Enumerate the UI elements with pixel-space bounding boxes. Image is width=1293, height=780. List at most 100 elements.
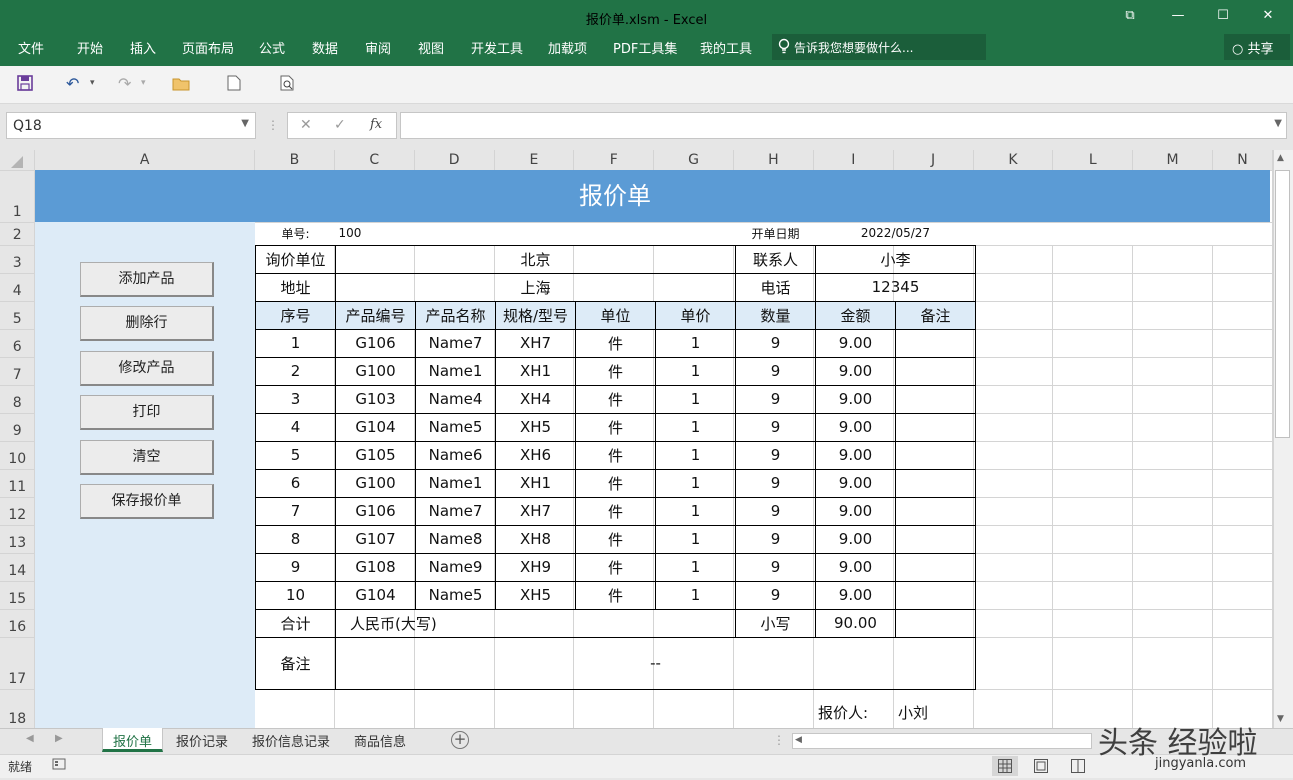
row-header[interactable]: 11	[0, 469, 36, 498]
cell[interactable]: Name6	[415, 440, 496, 470]
row-header[interactable]: 7	[0, 357, 36, 386]
save-icon[interactable]	[17, 75, 33, 95]
cell[interactable]: 8	[255, 524, 336, 554]
cell[interactable]: G106	[335, 328, 416, 358]
cell[interactable]: Name7	[415, 328, 496, 358]
cell[interactable]	[895, 412, 976, 442]
column-header[interactable]: H	[733, 150, 814, 171]
cell[interactable]	[895, 580, 976, 610]
sheet-tab-product-info[interactable]: 商品信息	[344, 728, 416, 752]
total-words-cell[interactable]: 人民币(大写)	[335, 608, 736, 638]
row-header[interactable]: 18	[0, 689, 36, 728]
page-layout-view-icon[interactable]	[1034, 759, 1048, 777]
normal-view-icon[interactable]	[992, 756, 1018, 776]
cell[interactable]: 件	[575, 524, 656, 554]
cell[interactable]	[895, 496, 976, 526]
ribbon-display-options-icon[interactable]: ⧉	[1115, 5, 1145, 27]
cell[interactable]: 6	[255, 468, 336, 498]
cell[interactable]: 1	[655, 468, 736, 498]
add-sheet-icon[interactable]: +	[451, 731, 469, 749]
cell[interactable]: 2	[255, 356, 336, 386]
cell[interactable]: 9	[735, 412, 816, 442]
cell[interactable]: 9.00	[815, 356, 896, 386]
row-header[interactable]: 1	[0, 170, 36, 223]
open-folder-icon[interactable]	[172, 76, 190, 95]
cell[interactable]: 1	[655, 580, 736, 610]
maximize-button[interactable]: ☐	[1208, 5, 1238, 27]
cell[interactable]: 3	[255, 384, 336, 414]
delete-row-button[interactable]: 删除行	[80, 306, 214, 341]
formula-input[interactable]: ▼	[400, 112, 1287, 139]
cell[interactable]: 件	[575, 384, 656, 414]
date-cell[interactable]: 2022/05/27	[815, 222, 976, 246]
tell-me-search[interactable]: 告诉我您想要做什么...	[772, 34, 986, 60]
cell[interactable]: 件	[575, 328, 656, 358]
print-preview-icon[interactable]	[280, 75, 296, 95]
small-total-cell[interactable]: 90.00	[815, 608, 896, 638]
cell[interactable]: Name8	[415, 524, 496, 554]
row-header[interactable]: 13	[0, 525, 36, 554]
cell[interactable]: XH4	[495, 384, 576, 414]
add-product-button[interactable]: 添加产品	[80, 262, 214, 297]
cell[interactable]: 件	[575, 496, 656, 526]
minimize-button[interactable]: —	[1163, 5, 1193, 27]
row-header[interactable]: 10	[0, 441, 36, 470]
cell[interactable]: 9.00	[815, 468, 896, 498]
cell[interactable]: Name5	[415, 412, 496, 442]
tab-insert[interactable]: 插入	[130, 38, 156, 57]
clear-button[interactable]: 清空	[80, 440, 214, 475]
name-box[interactable]: Q18 ▼	[6, 112, 256, 139]
cell[interactable]: 9	[735, 328, 816, 358]
cell[interactable]: 件	[575, 412, 656, 442]
cell[interactable]: G106	[335, 496, 416, 526]
macro-record-icon[interactable]	[52, 757, 66, 775]
column-header[interactable]: K	[973, 150, 1054, 171]
cell[interactable]: 9	[735, 356, 816, 386]
cell[interactable]: G107	[335, 524, 416, 554]
cell[interactable]: G104	[335, 580, 416, 610]
cell[interactable]: XH5	[495, 412, 576, 442]
cell[interactable]: 9.00	[815, 496, 896, 526]
cell[interactable]: 7	[255, 496, 336, 526]
cell[interactable]: XH5	[495, 580, 576, 610]
scroll-down-icon[interactable]: ▼	[1277, 714, 1284, 724]
cell[interactable]: XH7	[495, 328, 576, 358]
scroll-left-icon[interactable]: ◀	[795, 735, 802, 745]
cell[interactable]: 9.00	[815, 524, 896, 554]
row-header[interactable]: 12	[0, 497, 36, 526]
row-header[interactable]: 17	[0, 637, 36, 690]
insert-function-icon[interactable]: fx	[370, 117, 382, 132]
column-header[interactable]: N	[1212, 150, 1273, 171]
row-header[interactable]: 16	[0, 609, 36, 638]
address-cell[interactable]: 上海	[335, 272, 736, 302]
contact-cell[interactable]: 小李	[815, 244, 976, 274]
cancel-icon[interactable]: ✕	[300, 117, 312, 133]
sheet-tab-quote[interactable]: 报价单	[102, 728, 164, 752]
tab-data[interactable]: 数据	[312, 38, 338, 57]
next-sheet-icon[interactable]: ▶	[55, 733, 63, 744]
cell[interactable]: Name1	[415, 468, 496, 498]
column-header[interactable]: J	[893, 150, 974, 171]
cell[interactable]: 9	[735, 496, 816, 526]
cell[interactable]: 9.00	[815, 412, 896, 442]
cell[interactable]: G105	[335, 440, 416, 470]
tab-review[interactable]: 审阅	[365, 38, 391, 57]
row-header[interactable]: 5	[0, 301, 36, 330]
cell[interactable]: Name4	[415, 384, 496, 414]
cell[interactable]: 9	[255, 552, 336, 582]
cell[interactable]: 1	[655, 384, 736, 414]
cell[interactable]: G104	[335, 412, 416, 442]
cell[interactable]	[895, 328, 976, 358]
cell[interactable]: G100	[335, 356, 416, 386]
cell[interactable]	[895, 440, 976, 470]
column-header[interactable]: C	[334, 150, 415, 171]
cell[interactable]: 9.00	[815, 580, 896, 610]
horizontal-scrollbar[interactable]: ◀	[792, 733, 1092, 749]
row-header[interactable]: 4	[0, 273, 36, 302]
cell[interactable]	[895, 356, 976, 386]
cell[interactable]: XH7	[495, 496, 576, 526]
share-button[interactable]: ○ 共享	[1224, 34, 1290, 60]
cell[interactable]: 件	[575, 580, 656, 610]
undo-dropdown-icon[interactable]: ▾	[90, 78, 95, 88]
cell[interactable]: G100	[335, 468, 416, 498]
